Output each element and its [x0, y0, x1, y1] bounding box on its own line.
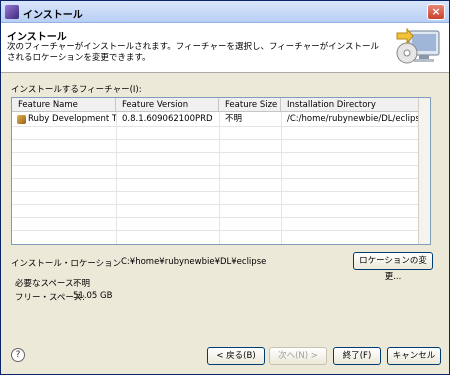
finish-button[interactable]: 終了(F): [333, 347, 381, 365]
features-table[interactable]: Feature Name Feature Version Feature Siz…: [11, 97, 431, 245]
row-divider: [12, 217, 430, 218]
install-graphic-icon: [396, 27, 440, 64]
next-button[interactable]: 次へ(N) >: [269, 347, 327, 365]
wizard-header: インストール 次のフィーチャーがインストールされます。フィーチャーを選択し、フィ…: [1, 23, 449, 73]
row-divider: [12, 230, 430, 231]
vertical-scrollbar[interactable]: [418, 98, 430, 244]
cell-installation-directory: /C:/home/rubynewbie/DL/eclipse/: [287, 114, 418, 124]
close-button[interactable]: ×: [427, 4, 445, 20]
free-space-value: 51.05 GB: [73, 291, 113, 301]
window-title: インストール: [23, 10, 83, 21]
required-space-label: 必要なスペース:: [15, 279, 77, 289]
table-header: Feature Name Feature Version Feature Siz…: [12, 98, 430, 112]
eclipse-icon: [5, 5, 19, 19]
install-location-label: インストール・ロケーション: [11, 259, 122, 269]
required-space-value: 不明: [73, 279, 91, 289]
row-divider: [12, 152, 430, 153]
help-icon[interactable]: ?: [11, 348, 25, 362]
header-title: インストール: [7, 32, 67, 43]
cell-feature-size: 不明: [225, 114, 243, 124]
column-feature-name[interactable]: Feature Name: [12, 98, 116, 112]
row-divider: [12, 204, 430, 205]
row-divider: [12, 191, 430, 192]
change-location-button[interactable]: ロケーションの変更...: [353, 252, 433, 282]
install-dialog: インストール × インストール 次のフィーチャーがインストールされます。フィーチ…: [0, 0, 450, 375]
row-divider: [12, 126, 430, 127]
cancel-button[interactable]: キャンセル: [387, 347, 441, 365]
column-feature-version[interactable]: Feature Version: [116, 98, 219, 112]
features-label: インストールするフィーチャー(I):: [11, 85, 142, 95]
install-location-value: C:¥home¥rubynewbie¥DL¥eclipse: [121, 257, 267, 267]
row-divider: [12, 178, 430, 179]
column-installation-directory[interactable]: Installation Directory: [281, 98, 418, 112]
cell-feature-name: Ruby Development T...: [28, 114, 116, 124]
header-description: 次のフィーチャーがインストールされます。フィーチャーを選択し、フィーチャーがイン…: [7, 42, 380, 63]
cell-feature-version: 0.8.1.609062100PRD: [122, 114, 213, 124]
back-button[interactable]: < 戻る(B): [207, 347, 265, 365]
title-bar: インストール ×: [1, 1, 449, 23]
row-divider: [12, 165, 430, 166]
table-row[interactable]: Ruby Development T... 0.8.1.609062100PRD…: [12, 113, 430, 126]
row-divider: [12, 139, 430, 140]
column-feature-size[interactable]: Feature Size: [219, 98, 281, 112]
